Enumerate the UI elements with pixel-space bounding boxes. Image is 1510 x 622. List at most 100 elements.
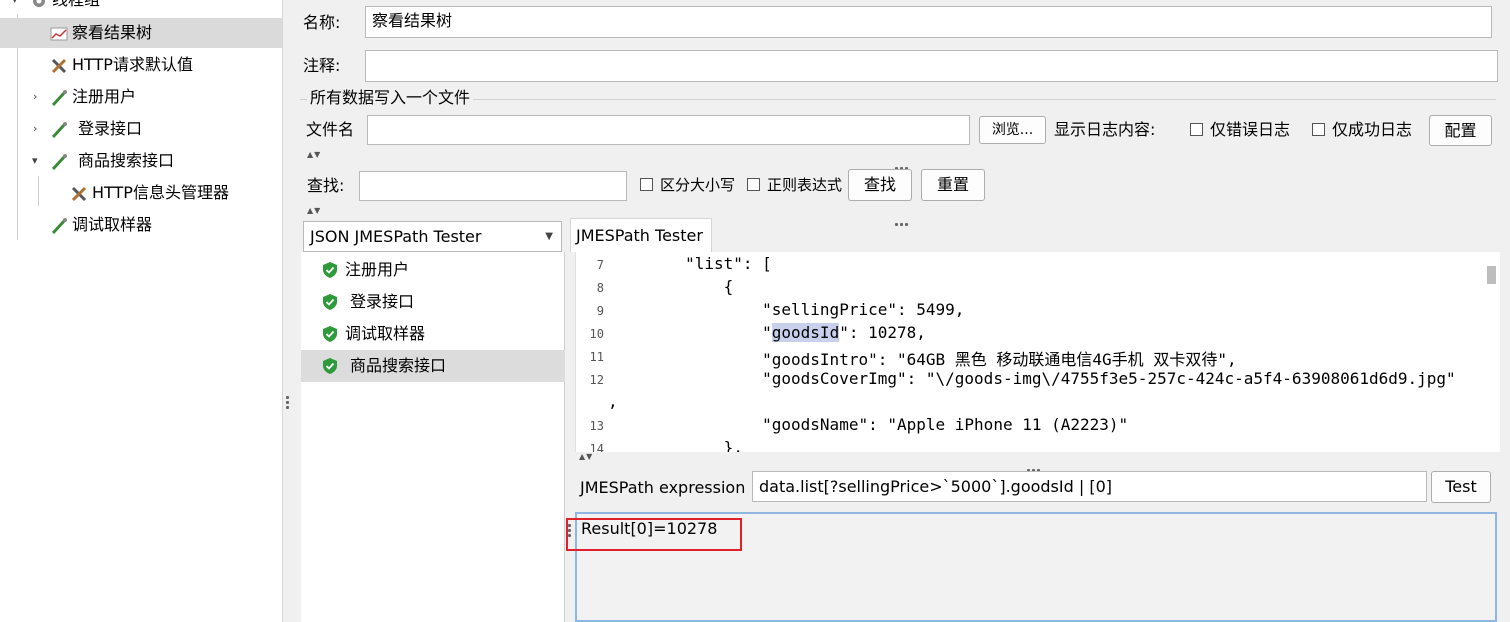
search-label: 查找:	[307, 176, 345, 195]
line-number: 13	[589, 419, 604, 433]
success-only-checkbox[interactable]	[1312, 123, 1325, 136]
tools-icon	[51, 58, 67, 73]
section-border	[300, 99, 1496, 100]
comment-input[interactable]	[365, 50, 1498, 82]
sample-result-list: 注册用户 登录接口 调试取样器 商品搜索接口	[301, 252, 565, 622]
gear-icon	[33, 0, 45, 7]
name-input[interactable]: 察看结果树	[365, 6, 1492, 38]
success-shield-icon	[323, 262, 337, 278]
annotation-highlight-box	[566, 518, 742, 551]
collapse-arrow-icon[interactable]: ▾	[32, 146, 38, 176]
graph-icon	[50, 27, 68, 40]
regex-checkbox[interactable]	[747, 178, 760, 191]
tree-guide-line	[38, 176, 39, 206]
scrollbar-thumb[interactable]	[1487, 266, 1496, 284]
filename-input[interactable]	[367, 115, 970, 145]
find-button[interactable]: 查找	[848, 169, 912, 201]
test-button[interactable]: Test	[1431, 471, 1491, 503]
tab-jmespath-tester[interactable]: JMESPath Tester	[570, 218, 712, 252]
tree-item-label: 线程组	[52, 0, 100, 9]
errors-only-checkbox[interactable]	[1190, 123, 1203, 136]
line-number: 12	[589, 373, 604, 387]
code-line: },	[608, 438, 743, 452]
code-line: "goodsId": 10278,	[608, 323, 926, 342]
filename-label: 文件名	[306, 120, 355, 139]
code-line: "list": [	[608, 254, 772, 273]
name-label: 名称:	[303, 13, 341, 32]
splitter-arrows-icon: ▲▼	[307, 206, 322, 215]
splitter-arrows-icon: ▲▼	[579, 452, 594, 461]
renderer-select-value: JSON JMESPath Tester	[310, 227, 482, 246]
browse-button[interactable]: 浏览...	[979, 116, 1046, 144]
expand-arrow-icon[interactable]: ▾	[12, 0, 18, 15]
code-line: {	[608, 277, 734, 296]
code-line: "goodsName": "Apple iPhone 11 (A2223)"	[608, 415, 1129, 434]
vertical-splitter[interactable]	[283, 0, 293, 622]
sampler-pen-icon	[51, 121, 67, 138]
chevron-down-icon: ▼	[545, 231, 553, 242]
tree-item-label: 调试取样器	[72, 215, 153, 234]
result-item-label: 商品搜索接口	[350, 356, 447, 375]
expand-arrow-icon[interactable]: ›	[33, 82, 37, 112]
reset-button[interactable]: 重置	[921, 169, 985, 201]
tree-item-label: 商品搜索接口	[78, 151, 175, 170]
tree-item-debug-sampler[interactable]: 调试取样器	[50, 210, 152, 240]
tree-item-label: 察看结果树	[72, 23, 153, 42]
case-sensitive-label: 区分大小写	[660, 176, 736, 194]
tree-item-header-manager[interactable]: HTTP信息头管理器	[70, 178, 229, 208]
regex-label: 正则表达式	[767, 176, 843, 194]
tree-item-label: 注册用户	[72, 87, 137, 106]
renderer-select[interactable]: JSON JMESPath Tester ▼	[303, 221, 562, 252]
tree-item-register[interactable]: 注册用户	[50, 82, 136, 112]
tree-item-http-defaults[interactable]: HTTP请求默认值	[50, 50, 193, 80]
line-number: 14	[589, 442, 604, 452]
tree-item-goods-search[interactable]: 商品搜索接口	[50, 146, 174, 176]
section-title: 所有数据写入一个文件	[307, 88, 474, 108]
success-only-label: 仅成功日志	[1332, 120, 1413, 139]
line-number: 9	[596, 304, 604, 318]
splitter-arrows-icon: ▲▼	[307, 150, 322, 159]
expand-arrow-icon[interactable]: ›	[33, 114, 37, 144]
line-number: 11	[589, 350, 604, 364]
tree-item-login[interactable]: 登录接口	[50, 114, 142, 144]
result-item-goods-search[interactable]: 商品搜索接口	[301, 350, 565, 382]
result-item-label: 注册用户	[345, 260, 410, 279]
result-item-register[interactable]: 注册用户	[301, 254, 565, 286]
log-content-label: 显示日志内容:	[1054, 120, 1156, 139]
case-sensitive-checkbox[interactable]	[640, 178, 653, 191]
tree-item-thread-group[interactable]: 线程组	[30, 0, 100, 15]
code-line: ,	[608, 392, 618, 411]
code-line: "sellingPrice": 5499,	[608, 300, 965, 319]
jmespath-expression-label: JMESPath expression	[580, 478, 746, 497]
success-shield-icon	[323, 294, 337, 310]
result-item-label: 登录接口	[350, 292, 415, 311]
success-shield-icon	[323, 326, 337, 342]
tree-item-view-results-tree[interactable]: 察看结果树	[0, 18, 282, 48]
tree-item-label: HTTP信息头管理器	[92, 183, 229, 202]
horizontal-splitter[interactable]: ▲▼	[303, 206, 1510, 226]
sampler-pen-icon	[51, 89, 67, 106]
result-item-login[interactable]: 登录接口	[301, 286, 565, 318]
code-text: ": 10278,	[839, 323, 926, 342]
sampler-pen-icon	[51, 217, 67, 234]
jmespath-expression-input[interactable]: data.list[?sellingPrice>`5000`].goodsId …	[752, 471, 1427, 502]
comment-label: 注释:	[303, 56, 341, 75]
configure-button[interactable]: 配置	[1429, 115, 1492, 146]
splitter-grip-icon	[286, 396, 290, 411]
tab-bar: JMESPath Tester	[566, 218, 1510, 252]
horizontal-splitter[interactable]: ▲▼	[303, 150, 1510, 170]
line-number: 8	[596, 281, 604, 295]
search-input[interactable]	[359, 171, 627, 201]
code-text: "	[608, 323, 772, 342]
response-code-view[interactable]: 7 "list": [ 8 { 9 "sellingPrice": 5499, …	[575, 252, 1500, 452]
tools-icon	[71, 186, 87, 201]
errors-only-label: 仅错误日志	[1210, 120, 1291, 139]
tree-item-label: HTTP请求默认值	[72, 55, 193, 74]
result-item-debug-sampler[interactable]: 调试取样器	[301, 318, 565, 350]
horizontal-splitter[interactable]: ▲▼	[575, 452, 1500, 472]
test-plan-tree: ▾ 线程组 察看结果树 HTTP请求默认值 › 注册用户 › 登录接口 ▾ 商品…	[0, 0, 283, 622]
line-number: 7	[596, 258, 604, 272]
success-shield-icon	[323, 358, 337, 374]
tree-item-label: 登录接口	[78, 119, 143, 138]
sampler-pen-icon	[51, 153, 67, 170]
